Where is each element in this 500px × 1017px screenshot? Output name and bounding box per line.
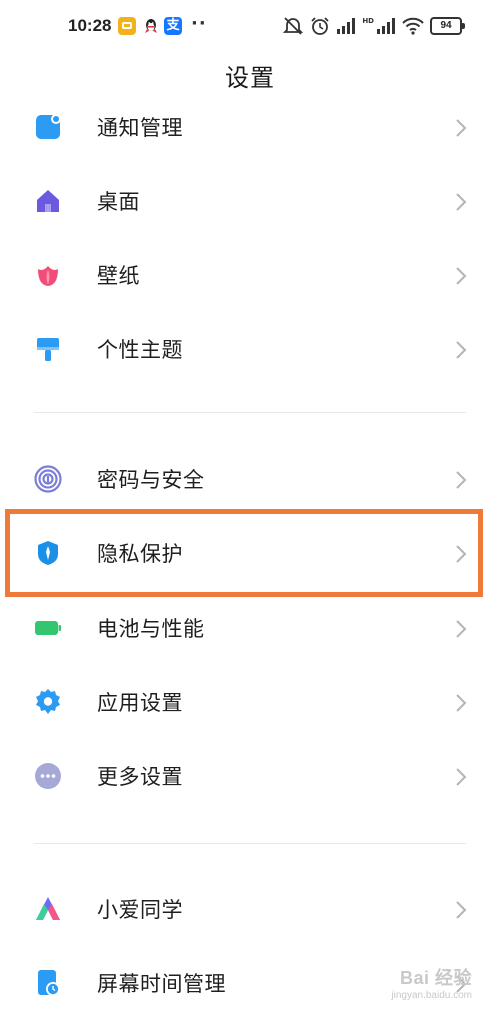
settings-item-app-settings[interactable]: 应用设置 [0, 672, 500, 732]
qq-notification-icon [145, 19, 157, 33]
brush-icon [37, 338, 59, 361]
settings-item-label: 通知管理 [97, 116, 183, 140]
section-divider [34, 412, 466, 413]
chevron-right-icon [456, 267, 467, 285]
highlight-box [5, 509, 483, 597]
settings-item-home-screen[interactable]: 桌面 [0, 171, 500, 231]
settings-item-themes[interactable]: 个性主题 [0, 319, 500, 379]
flower-icon [38, 266, 58, 286]
chevron-right-icon [456, 119, 467, 137]
status-time: 10:28 [68, 16, 112, 35]
watermark-sub: jingyan.baidu.com [391, 990, 472, 1001]
settings-item-label: 个性主题 [97, 338, 183, 362]
section-divider [34, 843, 466, 844]
status-bar: 10:28 支 ·· HD 94 [0, 0, 500, 56]
more-icon [35, 763, 61, 789]
settings-item-xiaoai[interactable]: 小爱同学 [0, 879, 500, 939]
chevron-right-icon [456, 471, 467, 489]
settings-item-label: 更多设置 [97, 765, 183, 789]
settings-item-label: 密码与安全 [97, 468, 205, 492]
settings-item-label: 应用设置 [97, 691, 183, 715]
chevron-right-icon [456, 341, 467, 359]
mute-vibrate-icon [283, 17, 304, 35]
settings-item-password-security[interactable]: 密码与安全 [0, 449, 500, 509]
chevron-right-icon [456, 193, 467, 211]
settings-item-label: 壁纸 [97, 264, 140, 288]
gear-icon [36, 689, 60, 714]
hd-badge: HD [362, 16, 374, 25]
alarm-icon [311, 17, 329, 35]
page-title: 设置 [225, 64, 275, 92]
more-notifications-indicator: ·· [191, 13, 207, 34]
fingerprint-icon [34, 465, 62, 493]
notification-icon [36, 114, 61, 139]
chevron-right-icon [456, 768, 467, 786]
notes-notification-icon [118, 17, 136, 35]
settings-item-more-settings[interactable]: 更多设置 [0, 746, 500, 806]
status-icons: HD 94 [282, 14, 465, 38]
alipay-notification-icon: 支 [164, 17, 182, 35]
signal-2-icon [377, 18, 395, 34]
settings-item-label: 桌面 [97, 190, 140, 214]
watermark-main: Bai 经验 [399, 968, 472, 988]
settings-item-label: 屏幕时间管理 [97, 972, 226, 996]
chevron-right-icon [456, 620, 467, 638]
baidu-watermark: Bai 经验 jingyan.baidu.com [372, 964, 472, 1004]
wifi-icon [402, 17, 424, 35]
battery-icon [35, 621, 61, 635]
chevron-right-icon [456, 901, 467, 919]
settings-item-label: 电池与性能 [97, 617, 205, 641]
chevron-right-icon [456, 694, 467, 712]
home-icon [37, 190, 59, 212]
settings-item-notifications[interactable]: 通知管理 [0, 97, 500, 157]
settings-item-wallpaper[interactable]: 壁纸 [0, 245, 500, 305]
settings-item-label: 小爱同学 [97, 898, 183, 922]
xiaoai-icon [36, 897, 60, 920]
settings-item-battery-performance[interactable]: 电池与性能 [0, 598, 500, 658]
battery-indicator: 94 [430, 17, 465, 35]
screen-time-icon [38, 970, 60, 996]
signal-icon [337, 18, 356, 34]
